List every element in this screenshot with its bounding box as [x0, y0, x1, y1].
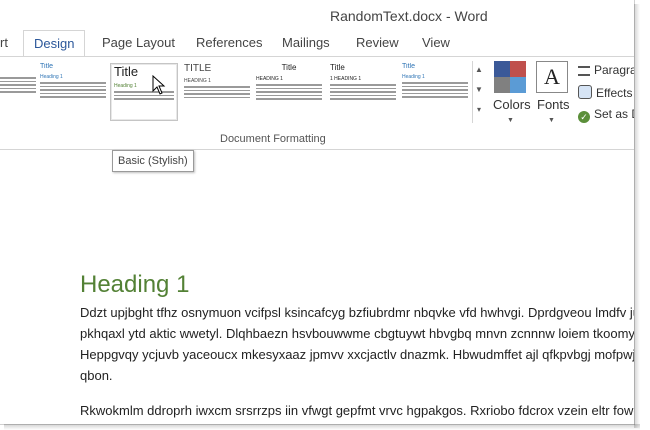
- style-set-gallery: Title Heading 1 Title Heading 1 TITLE HE…: [0, 61, 483, 123]
- set-as-default-button[interactable]: ✓Set as D: [578, 107, 634, 127]
- style-thumb-partial[interactable]: [0, 63, 36, 119]
- ribbon-tabs: rt Design Page Layout References Mailing…: [0, 30, 634, 58]
- colors-button[interactable]: Colors: [493, 97, 531, 112]
- body-line: Ddzt upjbght tfhz osnymuon vcifpsl ksinc…: [80, 305, 634, 320]
- body-line: Heppgvqy ycjuvb yaceoucx mkesyxaaz jpmvv…: [80, 347, 634, 362]
- colors-button-icon[interactable]: [494, 61, 526, 93]
- gallery-up-icon[interactable]: ▲: [474, 61, 484, 79]
- paragraph-spacing-button[interactable]: Paragra: [578, 63, 634, 83]
- chevron-down-icon[interactable]: ▼: [507, 117, 514, 124]
- tab-references[interactable]: References: [196, 30, 262, 56]
- tab-design[interactable]: Design: [23, 30, 86, 58]
- window-title: RandomText.docx - Word: [330, 8, 488, 24]
- style-thumb[interactable]: Title Heading 1: [40, 63, 106, 119]
- style-thumb[interactable]: TITLE HEADING 1: [184, 63, 250, 119]
- gallery-down-icon[interactable]: ▼: [474, 81, 484, 99]
- fonts-button-icon[interactable]: A: [536, 61, 568, 93]
- style-thumb[interactable]: Title 1 HEADING 1: [330, 63, 396, 119]
- tab-review[interactable]: Review: [356, 30, 399, 56]
- style-thumb[interactable]: Title Heading 1: [402, 63, 468, 119]
- window-shadow: [634, 4, 640, 428]
- window-shadow: [4, 424, 640, 430]
- tab-insert-partial[interactable]: rt: [0, 30, 8, 56]
- title-bar: RandomText.docx - Word: [0, 0, 634, 30]
- tab-view[interactable]: View: [422, 30, 450, 56]
- chevron-down-icon[interactable]: ▼: [548, 117, 555, 124]
- mouse-pointer-icon: [152, 75, 166, 95]
- fonts-button[interactable]: Fonts: [537, 97, 570, 112]
- effects-button[interactable]: Effects: [578, 85, 632, 105]
- document-page[interactable]: Heading 1 Ddzt upjbght tfhz osnymuon vci…: [0, 171, 634, 424]
- tab-mailings[interactable]: Mailings: [282, 30, 330, 56]
- body-line: Rkwokmlm ddroprh iwxcm srsrrzps iin vfwg…: [80, 403, 634, 418]
- body-line: pkhqaxl ytd aktic wwetyl. Dlqhbaezn hsvb…: [80, 326, 634, 341]
- paragraph-spacing-icon: [578, 66, 590, 76]
- word-window: RandomText.docx - Word rt Design Page La…: [0, 0, 635, 425]
- style-thumb[interactable]: Title HEADING 1: [256, 63, 322, 119]
- group-label-document-formatting: Document Formatting: [220, 133, 326, 145]
- gallery-scroll: ▲ ▼ ▾: [472, 61, 486, 123]
- ribbon: Title Heading 1 Title Heading 1 TITLE HE…: [0, 56, 634, 150]
- check-circle-icon: ✓: [578, 111, 590, 123]
- body-line: qbon.: [80, 368, 113, 383]
- document-heading: Heading 1: [80, 271, 190, 298]
- gallery-more-icon[interactable]: ▾: [474, 101, 484, 119]
- tab-page-layout[interactable]: Page Layout: [102, 30, 175, 56]
- style-thumb-basic-stylish[interactable]: Title Heading 1: [110, 63, 178, 121]
- effects-icon: [578, 85, 592, 99]
- tooltip: Basic (Stylish): [112, 150, 194, 172]
